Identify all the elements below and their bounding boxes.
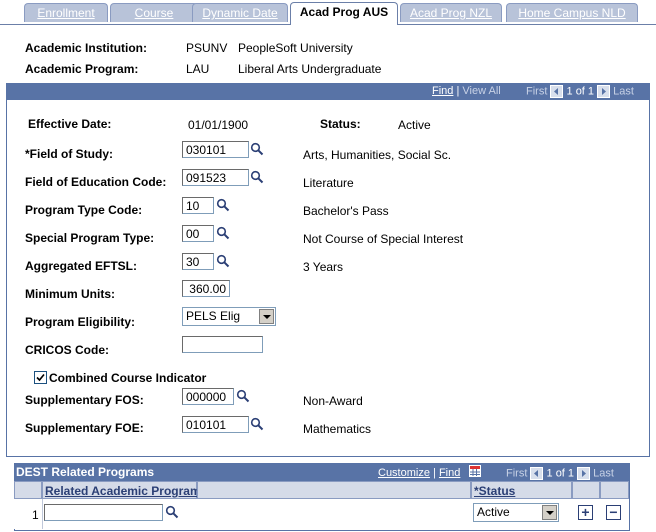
row-number-header	[14, 481, 42, 499]
program-type-lookup-icon[interactable]	[216, 198, 230, 212]
spreadsheet-icon[interactable]	[469, 465, 481, 477]
last-label: Last	[613, 85, 634, 98]
eftsl-lookup-icon[interactable]	[216, 254, 230, 268]
status-header-label[interactable]: *Status	[474, 484, 515, 498]
combined-course-label: Combined Course Indicator	[49, 371, 207, 385]
field-of-study-desc: Arts, Humanities, Social Sc.	[303, 148, 452, 162]
dest-grid-header-bar: DEST Related Programs Customize | Find F…	[14, 463, 630, 481]
program-code: LAU	[186, 62, 210, 76]
cricos-label: CRICOS Code:	[25, 343, 109, 357]
row-status-select[interactable]: Active	[473, 503, 559, 522]
related-program-input[interactable]	[44, 504, 163, 521]
row-status-selected: Active	[477, 505, 510, 519]
field-of-study-label: *Field of Study:	[25, 147, 113, 161]
dest-grid-links: Customize | Find	[378, 467, 461, 479]
status-value: Active	[398, 118, 431, 132]
program-type-label: Program Type Code:	[25, 203, 143, 217]
dest-row-count: 1 of 1	[546, 467, 575, 480]
program-type-input[interactable]: 10	[182, 197, 214, 214]
eftsl-desc: 3 Years	[303, 260, 344, 274]
status-header[interactable]: *Status	[471, 481, 572, 499]
dest-last-label: Last	[593, 467, 614, 480]
tab-acad-prog-aus[interactable]: Acad Prog AUS	[290, 2, 398, 25]
field-of-study-lookup-icon[interactable]	[250, 142, 264, 156]
supp-foe-label: Supplementary FOE:	[25, 421, 144, 435]
eligibility-selected: PELS Elig	[186, 309, 241, 323]
dest-find-link[interactable]: Find	[439, 467, 460, 479]
special-program-desc: Not Course of Special Interest	[303, 232, 464, 246]
tab-dynamic-date[interactable]: Dynamic Date	[192, 3, 288, 22]
related-program-lookup-icon[interactable]	[165, 505, 179, 519]
related-program-header[interactable]: Related Academic Program	[42, 481, 201, 499]
special-program-input[interactable]: 00	[182, 225, 214, 242]
program-type-desc: Bachelor's Pass	[303, 204, 389, 218]
add-row-button[interactable]: +	[578, 505, 593, 520]
delete-row-button[interactable]: −	[606, 505, 621, 520]
min-units-label: Minimum Units:	[25, 287, 115, 301]
dropdown-arrow-icon[interactable]	[259, 309, 274, 324]
tab-bar: Enrollment Course Dynamic Date Acad Prog…	[0, 0, 656, 25]
supp-foe-lookup-icon[interactable]	[250, 417, 264, 431]
supp-fos-label: Supplementary FOS:	[25, 393, 144, 407]
first-label: First	[526, 85, 548, 98]
supp-foe-input[interactable]: 010101	[182, 416, 249, 433]
related-program-header-label[interactable]: Related Academic Program	[45, 484, 201, 498]
supp-foe-desc: Mathematics	[303, 422, 372, 436]
cricos-input[interactable]	[182, 336, 263, 353]
program-name: Liberal Arts Undergraduate	[238, 62, 382, 76]
customize-link[interactable]: Customize	[378, 467, 430, 479]
checkmark-icon	[36, 373, 45, 382]
field-of-study-input[interactable]: 030101	[182, 141, 249, 158]
row-divider	[42, 499, 43, 529]
row-count: 1 of 1	[566, 85, 595, 98]
institution-label: Academic Institution:	[25, 41, 148, 55]
supp-fos-desc: Non-Award	[303, 394, 363, 408]
nav-pager: First 1 of 1 Last	[526, 85, 634, 98]
institution-name: PeopleSoft University	[238, 41, 353, 55]
field-of-education-lookup-icon[interactable]	[250, 170, 264, 184]
special-program-label: Special Program Type:	[25, 231, 155, 245]
effective-date-value: 01/01/1900	[188, 118, 249, 132]
eligibility-select[interactable]: PELS Elig	[182, 307, 276, 326]
program-label: Academic Program:	[25, 62, 139, 76]
view-all-link[interactable]: View All	[462, 85, 500, 97]
supp-fos-lookup-icon[interactable]	[236, 389, 250, 403]
field-of-education-desc: Literature	[303, 176, 354, 190]
dest-previous-icon[interactable]	[530, 467, 544, 480]
spacer-header	[197, 481, 471, 499]
delete-column-header	[600, 481, 629, 499]
dest-first-label: First	[506, 467, 528, 480]
special-program-lookup-icon[interactable]	[216, 226, 230, 240]
eligibility-label: Program Eligibility:	[25, 315, 136, 329]
tab-home-campus-nld[interactable]: Home Campus NLD	[506, 3, 638, 22]
eftsl-label: Aggregated EFTSL:	[25, 259, 138, 273]
field-of-education-input[interactable]: 091523	[182, 169, 249, 186]
institution-code: PSUNV	[186, 41, 228, 55]
scroll-nav-bar: Find | View All First 1 of 1 Last	[6, 83, 650, 100]
eftsl-input[interactable]: 30	[182, 253, 214, 270]
nav-links: Find | View All	[432, 85, 501, 97]
previous-icon[interactable]	[550, 85, 564, 98]
field-of-education-label: Field of Education Code:	[25, 175, 167, 189]
status-label: Status:	[320, 117, 361, 131]
min-units-input[interactable]: 360.00	[182, 280, 230, 297]
effective-date-label: Effective Date:	[28, 117, 112, 131]
supp-fos-input[interactable]: 000000	[182, 388, 234, 405]
find-link[interactable]: Find	[432, 85, 453, 97]
dropdown-arrow-icon[interactable]	[542, 505, 557, 520]
tab-course[interactable]: Course	[110, 3, 198, 22]
dest-grid-title: DEST Related Programs	[16, 465, 155, 479]
dest-grid-pager: First 1 of 1 Last	[506, 467, 614, 480]
combined-course-checkbox[interactable]	[34, 371, 47, 384]
tab-enrollment[interactable]: Enrollment	[24, 3, 108, 22]
add-column-header	[572, 481, 600, 499]
next-icon[interactable]	[597, 85, 611, 98]
dest-next-icon[interactable]	[577, 467, 591, 480]
tab-acad-prog-nzl[interactable]: Acad Prog NZL	[400, 3, 502, 22]
row-number: 1	[32, 508, 39, 522]
